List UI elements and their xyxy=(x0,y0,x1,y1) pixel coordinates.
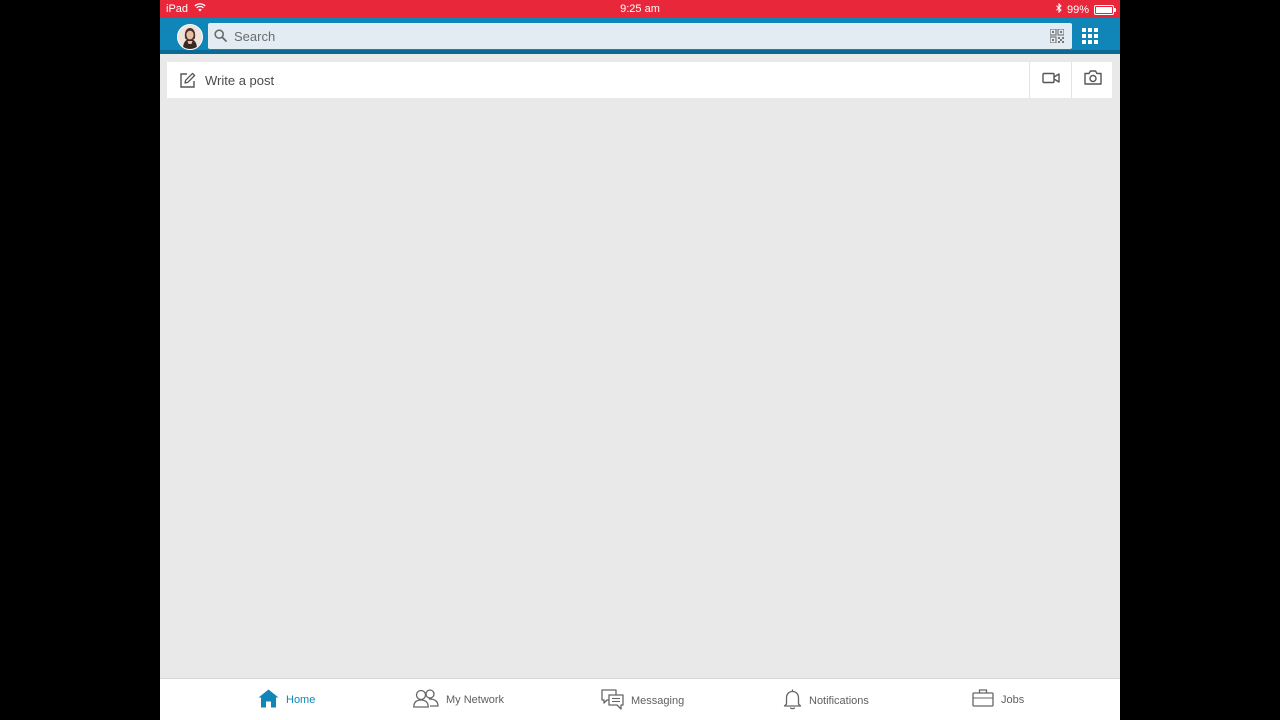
messaging-icon xyxy=(601,689,624,713)
video-button[interactable] xyxy=(1029,62,1071,98)
qr-code-icon[interactable] xyxy=(1049,28,1065,48)
apps-grid-icon[interactable] xyxy=(1082,28,1098,49)
app-header xyxy=(160,18,1120,54)
search-icon xyxy=(214,29,227,47)
status-bar: iPad 9:25 am 99% xyxy=(160,0,1120,18)
photo-button[interactable] xyxy=(1071,62,1113,98)
bell-icon xyxy=(783,689,802,713)
post-composer[interactable]: Write a post xyxy=(167,62,1112,98)
tab-my-network[interactable]: My Network xyxy=(413,689,504,711)
tab-home-label: Home xyxy=(286,694,316,706)
tab-messaging-label: Messaging xyxy=(631,695,685,707)
profile-avatar[interactable] xyxy=(177,24,203,50)
compose-icon xyxy=(179,72,196,94)
tab-home[interactable]: Home xyxy=(258,689,315,711)
video-camera-icon xyxy=(1041,71,1060,89)
tab-notifications[interactable]: Notifications xyxy=(783,689,869,713)
write-post-label[interactable]: Write a post xyxy=(205,73,274,88)
home-icon xyxy=(258,689,279,711)
battery-percent: 99% xyxy=(1066,3,1089,16)
camera-icon xyxy=(1083,70,1102,90)
tab-messaging[interactable]: Messaging xyxy=(601,689,684,713)
network-icon xyxy=(413,689,439,711)
clock: 9:25 am xyxy=(620,3,660,15)
bottom-tab-bar: Home My Network Messaging Notifications … xyxy=(160,678,1120,720)
tab-notifications-label: Notifications xyxy=(809,695,869,707)
search-bar[interactable] xyxy=(208,23,1072,49)
search-input[interactable] xyxy=(234,23,1014,49)
tab-my-network-label: My Network xyxy=(446,694,505,706)
battery-icon xyxy=(1094,4,1116,15)
ipad-screen: iPad 9:25 am 99% Search Write a post Hom… xyxy=(160,0,1120,720)
briefcase-icon xyxy=(972,689,994,710)
bluetooth-icon xyxy=(1056,2,1062,16)
tab-jobs-label: Jobs xyxy=(1001,693,1025,706)
tab-jobs[interactable]: Jobs xyxy=(972,689,1024,710)
header-divider xyxy=(160,50,1120,54)
